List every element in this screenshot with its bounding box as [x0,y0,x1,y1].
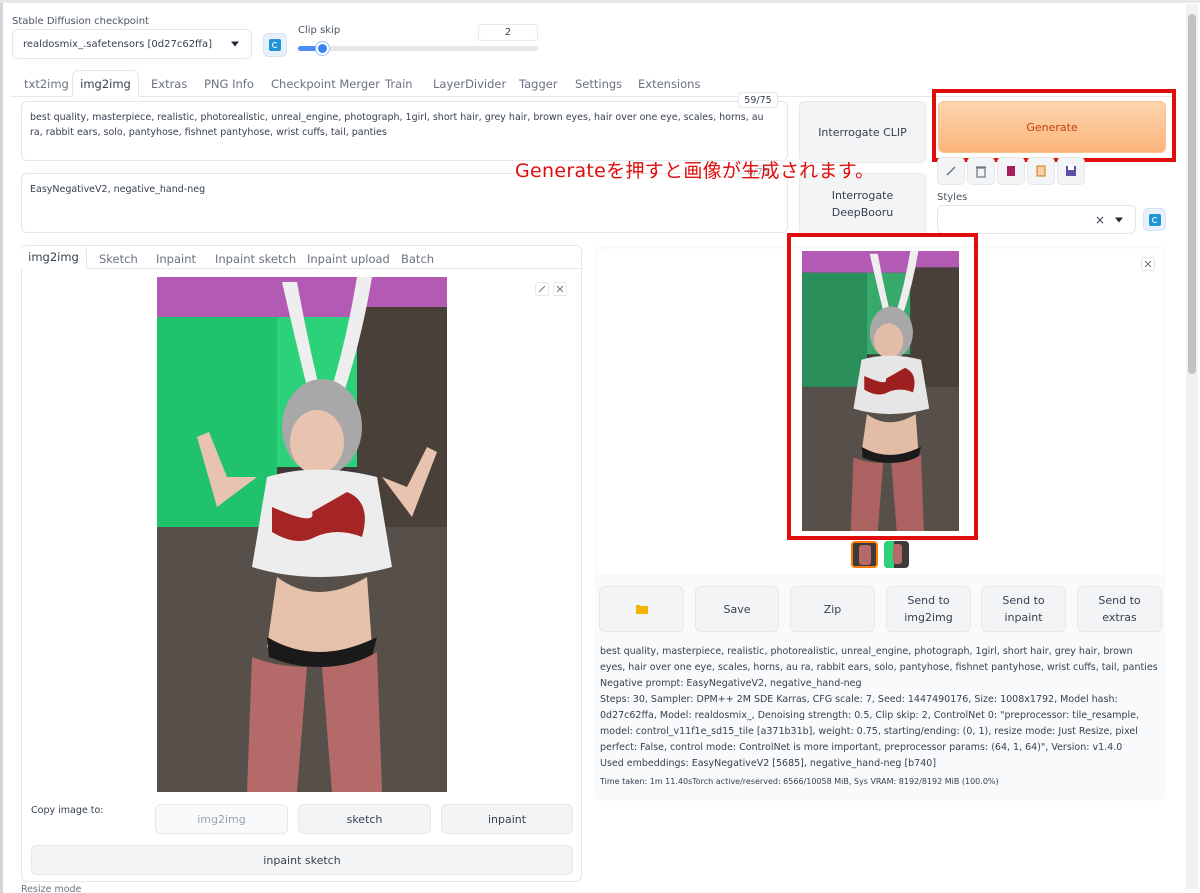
negative-prompt-text: EasyNegativeV2, negative_hand-neg [30,184,206,195]
generate-highlight-box [932,89,1176,162]
checkpoint-select[interactable]: realdosmix_.safetensors [0d27c62ffa] [12,29,252,59]
clip-skip-label: Clip skip [298,25,341,36]
chevron-down-icon [231,41,239,47]
generation-info: best quality, masterpiece, realistic, ph… [600,644,1160,790]
send-img2img-line-2: img2img [904,611,953,624]
prompt-textarea[interactable]: best quality, masterpiece, realistic, ph… [21,101,788,161]
copy-to-sketch-button[interactable]: sketch [298,804,431,834]
clip-skip-handle[interactable] [316,42,329,55]
tab-extensions[interactable]: Extensions [638,77,700,91]
clipboard-icon [1036,165,1046,177]
copy-to-inpaint-button[interactable]: inpaint [441,804,573,834]
pencil-button[interactable] [937,157,965,185]
folder-icon [635,605,648,614]
subtab-inpaint-upload[interactable]: Inpaint upload [307,252,390,266]
tab-layerdivider[interactable]: LayerDivider [433,77,506,91]
scrollbar-thumb[interactable] [1188,14,1196,374]
subtab-sketch[interactable]: Sketch [99,252,138,266]
edit-image-button[interactable] [535,282,549,296]
refresh-styles-button[interactable] [1143,208,1166,231]
style-button[interactable] [997,157,1025,185]
send-to-extras-button[interactable]: Send to extras [1077,586,1162,632]
tab-settings[interactable]: Settings [575,77,622,91]
send-inpaint-line-1: Send to [1002,594,1045,607]
pencil-icon [538,285,546,293]
zip-button[interactable]: Zip [790,586,875,632]
annotation-text: Generateを押すと画像が生成されます。 [515,160,875,182]
chevron-down-icon [1115,217,1123,222]
tab-checkpoint-merger[interactable]: Checkpoint Merger [271,77,380,91]
thumbnail-1-figure [859,545,871,565]
prompt-text: best quality, masterpiece, realistic, ph… [30,112,764,138]
send-extras-line-2: extras [1102,611,1137,624]
send-to-img2img-button[interactable]: Send to img2img [886,586,971,632]
clear-image-button[interactable] [553,282,567,296]
styles-select[interactable]: × [937,205,1136,234]
prompt-token-counter: 59/75 [738,92,778,108]
refresh-checkpoint-button[interactable] [263,33,287,57]
checkpoint-value: realdosmix_.safetensors [0d27c62ffa] [23,38,212,50]
copy-to-inpaint-sketch-button[interactable]: inpaint sketch [31,845,573,875]
tab-train[interactable]: Train [385,77,413,91]
pencil-icon [946,166,956,176]
tab-png-info[interactable]: PNG Info [204,77,254,91]
subtab-inpaint[interactable]: Inpaint [156,252,196,266]
info-time: Time taken: 1m 11.40sTorch active/reserv… [600,777,999,786]
close-icon [556,285,564,293]
clipboard-button[interactable] [1027,157,1055,185]
send-img2img-line-1: Send to [907,594,950,607]
checkpoint-label: Stable Diffusion checkpoint [12,16,149,27]
info-negative: Negative prompt: EasyNegativeV2, negativ… [600,678,862,689]
top-border [0,0,1200,3]
deepbooru-line-1: Interrogate [831,189,894,202]
resize-mode-label: Resize mode [21,884,82,893]
interrogate-clip-button[interactable]: Interrogate CLIP [799,101,926,163]
subtab-divider [21,268,582,269]
close-gallery-button[interactable] [1141,257,1155,271]
tab-extras[interactable]: Extras [151,77,187,91]
copy-to-img2img-button[interactable]: img2img [155,804,288,834]
info-steps: Steps: 30, Sampler: DPM++ 2M SDE Karras,… [600,694,1140,753]
info-embeddings: Used embeddings: EasyNegativeV2 [5685], … [600,758,937,769]
trash-button[interactable] [967,157,995,185]
subtab-inpaint-sketch[interactable]: Inpaint sketch [215,252,296,266]
clip-skip-slider[interactable] [298,42,538,55]
send-extras-line-1: Send to [1098,594,1141,607]
subtab-batch[interactable]: Batch [401,252,434,266]
book-icon [1007,166,1015,176]
info-prompt: best quality, masterpiece, realistic, ph… [600,646,1158,673]
save-style-button[interactable] [1057,157,1085,185]
source-image[interactable] [157,277,447,792]
save-button[interactable]: Save [695,586,779,632]
styles-label: Styles [937,192,968,203]
tab-txt2img[interactable]: txt2img [24,77,69,91]
send-inpaint-line-2: inpaint [1004,611,1043,624]
deepbooru-line-2: DeepBooru [831,206,894,219]
clip-skip-number[interactable]: 2 [478,24,538,41]
copy-image-label: Copy image to: [31,805,104,816]
output-highlight-box [787,233,978,540]
close-icon [1144,260,1152,268]
tab-tagger[interactable]: Tagger [519,77,558,91]
thumbnail-1[interactable] [851,541,878,568]
trash-icon [976,166,986,178]
open-folder-button[interactable] [599,586,684,632]
send-to-inpaint-button[interactable]: Send to inpaint [981,586,1066,632]
thumbnail-2-figure [893,544,902,564]
character-image [157,277,447,792]
refresh-icon [1148,213,1161,226]
refresh-icon [269,39,281,51]
styles-clear-icon[interactable]: × [1095,213,1105,227]
floppy-icon [1066,166,1076,176]
tab-img2img[interactable]: img2img [72,70,139,97]
subtab-img2img[interactable]: img2img [21,246,87,269]
thumbnail-2[interactable] [884,541,909,568]
scrollbar-track[interactable] [1186,4,1198,889]
